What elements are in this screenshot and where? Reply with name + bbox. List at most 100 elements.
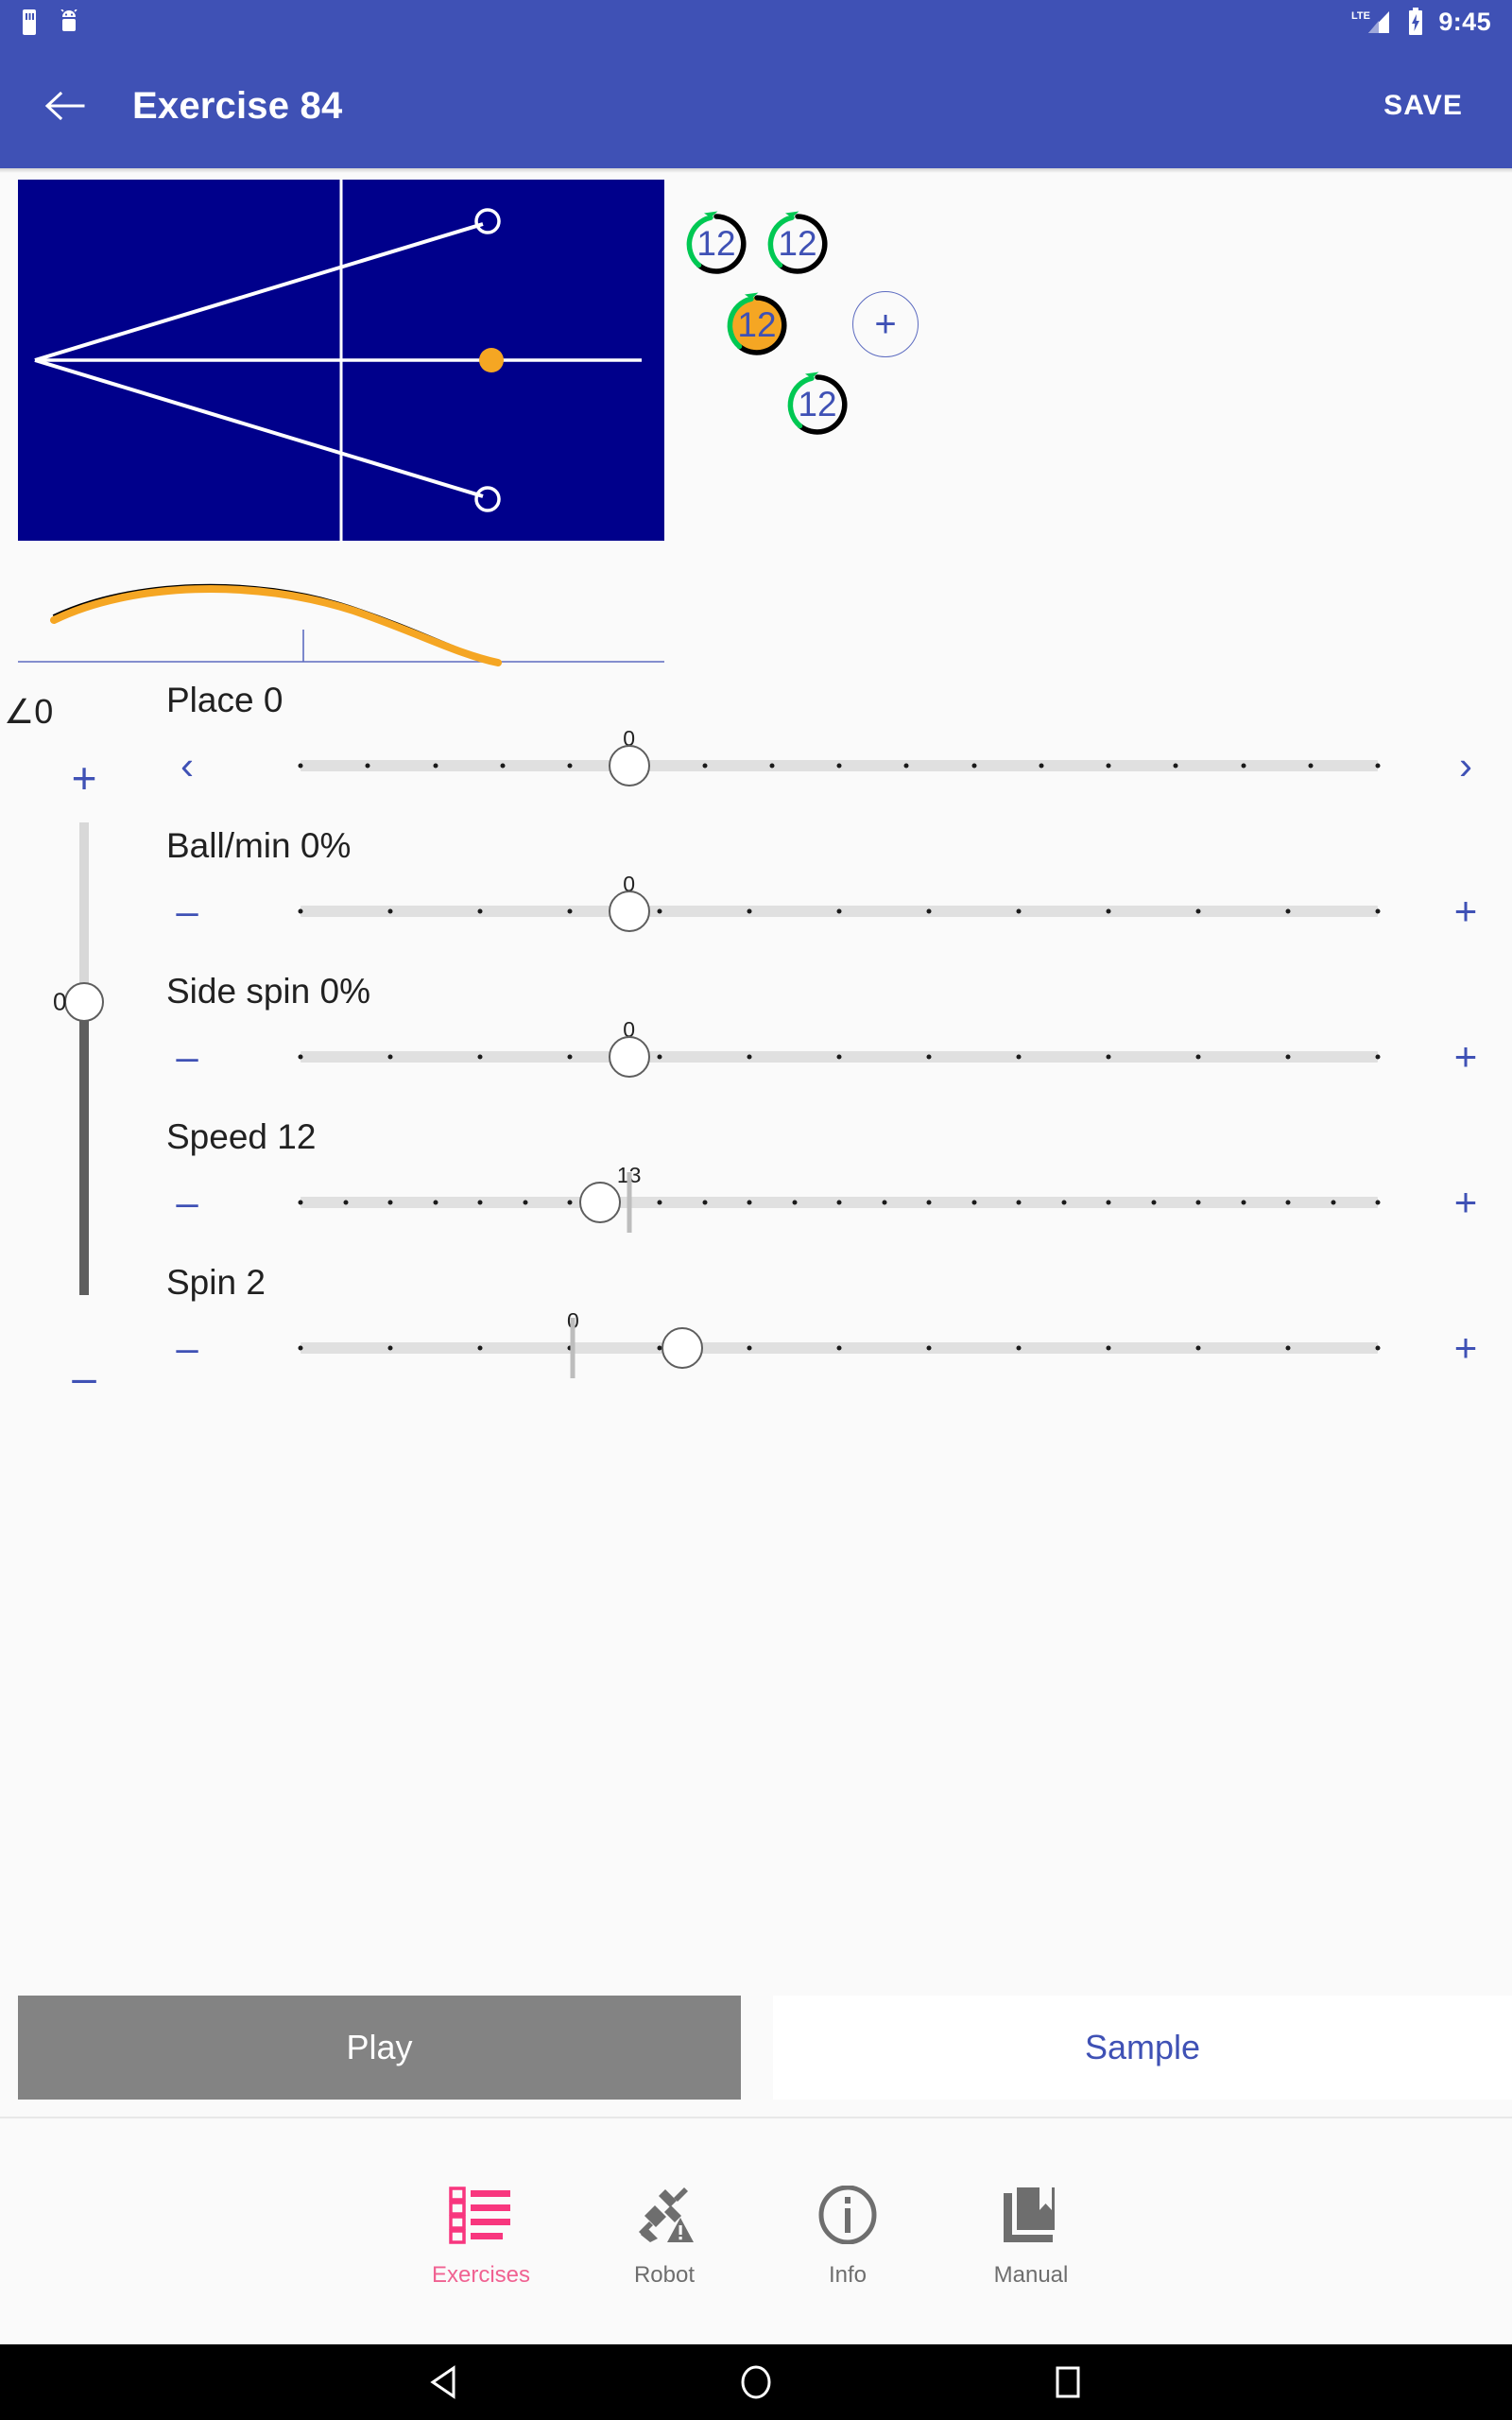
nav-label-exercises: Exercises	[431, 2262, 531, 2288]
slider-tick	[1016, 1345, 1022, 1351]
nav-item-robot[interactable]: Robot	[573, 2167, 756, 2289]
slider-tick	[657, 1054, 662, 1060]
slider-tick	[1308, 763, 1314, 769]
slider-tick	[1016, 1054, 1022, 1060]
battery-charging-icon	[1409, 8, 1423, 35]
nav-item-info[interactable]: Info	[756, 2167, 939, 2289]
slider-tick	[1039, 763, 1044, 769]
speed-slider-label: Speed 12	[166, 1117, 317, 1156]
slider-tick	[1016, 1200, 1022, 1205]
ball-per-min-slider-increase-button[interactable]: +	[1454, 891, 1478, 931]
slider-tick	[343, 1200, 348, 1205]
status-bar-right-icons: LTE 9:45	[1349, 8, 1491, 37]
spin-badge-group: 12 12 12 + 12	[671, 189, 1049, 529]
spin-badge-value: 12	[798, 385, 837, 424]
android-robot-icon	[60, 9, 77, 31]
slider-tick	[1061, 1200, 1066, 1205]
place-slider-decrease-button[interactable]: ‹	[180, 746, 194, 786]
speed-slider: Speed 1213–+	[0, 1117, 1512, 1263]
slider-tick	[926, 1200, 932, 1205]
ball-per-min-slider-thumb[interactable]	[608, 890, 650, 932]
speed-slider-decrease-button[interactable]: –	[176, 1183, 198, 1222]
table-diagram-canvas[interactable]	[18, 180, 664, 541]
back-button[interactable]	[36, 78, 93, 134]
place-slider-track[interactable]	[298, 745, 1381, 786]
android-navigation-bar	[0, 2344, 1512, 2420]
slider-tick	[523, 1200, 527, 1205]
speed-slider-reference-marker	[627, 1172, 632, 1233]
ball-per-min-slider-decrease-button[interactable]: –	[176, 891, 198, 931]
speed-slider-track[interactable]	[298, 1172, 1381, 1233]
side-spin-slider-decrease-button[interactable]: –	[176, 1037, 198, 1077]
app-bar: Exercise 84 SAVE	[0, 43, 1512, 168]
spin-badge-3[interactable]: 12	[723, 291, 791, 359]
spin-badge-2[interactable]: 12	[764, 210, 832, 278]
slider-tick	[1106, 1345, 1111, 1351]
spin-slider-track[interactable]	[298, 1318, 1381, 1378]
table-diagram[interactable]	[18, 180, 664, 541]
target-center-selected[interactable]	[479, 348, 504, 372]
speed-slider-thumb[interactable]	[578, 1182, 621, 1223]
slider-tick	[1241, 763, 1246, 769]
lte-signal-icon: LTE	[1351, 10, 1390, 33]
slider-tick	[298, 1200, 303, 1205]
place-slider-increase-button[interactable]: ›	[1459, 746, 1472, 786]
list-icon	[449, 2180, 513, 2250]
slider-tick	[298, 1345, 303, 1351]
slider-tick	[567, 1200, 573, 1205]
triangle-back-icon	[430, 2365, 455, 2399]
spin-badge-value: 12	[737, 305, 777, 344]
ball-per-min-slider-track[interactable]	[298, 890, 1381, 932]
spin-slider: Spin 20–+	[0, 1263, 1512, 1409]
slider-tick	[477, 1200, 483, 1205]
spin-badge-value: 12	[696, 224, 736, 263]
slider-tick	[836, 1054, 842, 1060]
android-back-button[interactable]	[288, 2365, 600, 2399]
status-bar-clock: 9:45	[1438, 7, 1491, 36]
slider-tick	[387, 1054, 393, 1060]
nav-label-manual: Manual	[993, 2262, 1069, 2288]
place-slider-thumb[interactable]	[608, 745, 650, 786]
nav-item-exercises[interactable]: Exercises	[389, 2167, 573, 2289]
add-spin-button[interactable]: +	[852, 291, 919, 357]
slider-tick	[1285, 1054, 1291, 1060]
play-button[interactable]: Play	[18, 1996, 741, 2100]
slider-tick	[1375, 763, 1381, 769]
slider-tick	[298, 908, 303, 914]
trajectory-curve	[50, 585, 502, 666]
sample-button[interactable]: Sample	[773, 1996, 1512, 2100]
slider-tick	[1375, 1345, 1381, 1351]
slider-tick	[1375, 1200, 1381, 1205]
app-bar-shadow	[0, 168, 1512, 173]
sd-card-icon	[23, 9, 36, 35]
slider-tick	[387, 1200, 393, 1205]
slider-tick	[1151, 1200, 1156, 1205]
side-spin-slider-thumb[interactable]	[608, 1036, 650, 1078]
spin-slider-thumb[interactable]	[661, 1327, 703, 1369]
slider-tick	[747, 1200, 752, 1205]
slider-tick	[702, 763, 707, 769]
slider-tick	[1285, 1345, 1291, 1351]
spin-badge-4[interactable]: 12	[783, 371, 851, 439]
slider-tick	[1106, 908, 1111, 914]
slider-tick	[477, 1054, 483, 1060]
slider-tick	[567, 908, 573, 914]
spin-badge-1[interactable]: 12	[682, 210, 750, 278]
side-spin-slider-track[interactable]	[298, 1036, 1381, 1078]
slider-tick	[1241, 1200, 1246, 1205]
slider-tick	[926, 1054, 932, 1060]
side-spin-slider-increase-button[interactable]: +	[1454, 1037, 1478, 1077]
nav-label-info: Info	[828, 2262, 868, 2288]
spin-slider-decrease-button[interactable]: –	[176, 1328, 198, 1368]
side-spin-slider-label: Side spin 0%	[166, 972, 370, 1011]
save-button[interactable]: SAVE	[1370, 80, 1476, 131]
add-spin-label: +	[874, 302, 897, 345]
spin-slider-increase-button[interactable]: +	[1454, 1328, 1478, 1368]
slider-tick	[1195, 908, 1201, 914]
place-slider-label: Place 0	[166, 681, 284, 719]
info-circle-icon	[816, 2180, 879, 2250]
nav-item-manual[interactable]: Manual	[939, 2167, 1123, 2289]
android-recents-button[interactable]	[912, 2365, 1224, 2399]
android-home-button[interactable]	[600, 2364, 912, 2400]
speed-slider-increase-button[interactable]: +	[1454, 1183, 1478, 1222]
